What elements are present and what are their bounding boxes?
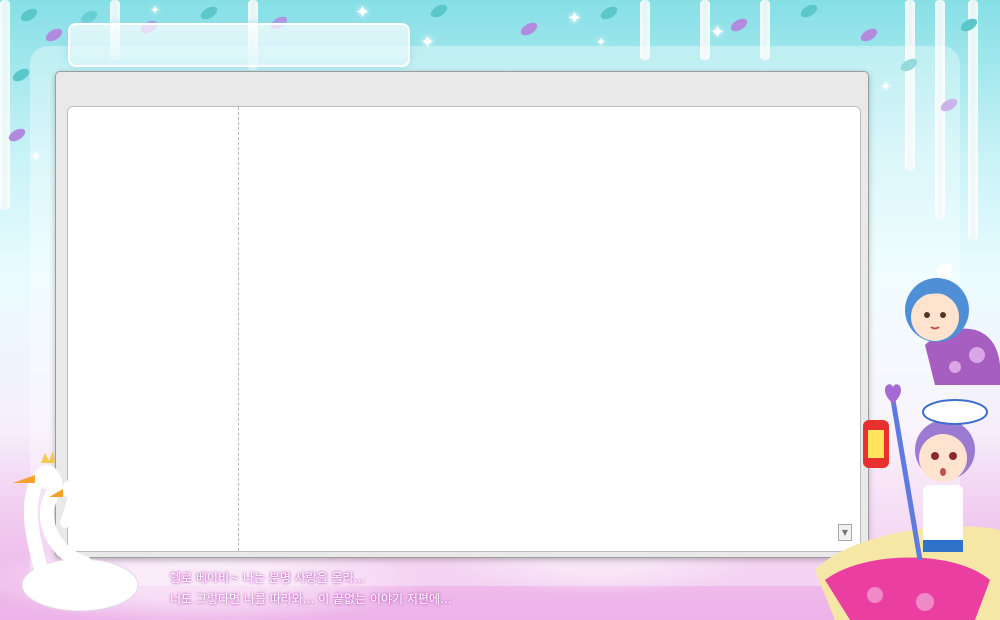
leaf: [518, 20, 540, 38]
window-header: [56, 72, 868, 104]
boy-illustration: [815, 384, 1000, 620]
lyrics-line-1: 헬로 베이비~ 나는 분명 사랑을 몰라...: [170, 571, 366, 585]
leaf: [10, 66, 32, 84]
leaf: [958, 16, 980, 34]
main-window: ▼: [55, 71, 869, 558]
sparkle-icon: ✦: [567, 8, 583, 29]
leaf: [6, 126, 28, 144]
book-frame: ▼: [67, 106, 861, 552]
leaf: [43, 26, 65, 44]
swan-illustration: [13, 451, 139, 612]
right-page[interactable]: ▼: [239, 107, 860, 551]
girl-illustration: [905, 263, 1000, 385]
leaf: [598, 4, 620, 22]
sparkle-icon: ✦: [150, 3, 161, 17]
leaf: [18, 6, 40, 24]
leaf: [728, 16, 750, 34]
leaf: [798, 2, 820, 20]
lyrics: 헬로 베이비~ 나는 분명 사랑을 몰라... 너도 그렇다면 나를 따라와..…: [170, 568, 451, 610]
lyrics-line-2: 너도 그렇다면 나를 따라와... 이 끝없는 이야기 저편에...: [170, 592, 452, 606]
title-bar: [68, 23, 410, 67]
birch-trunk: [968, 0, 978, 240]
leaf: [198, 4, 220, 22]
leaf: [428, 2, 450, 20]
leaf: [858, 26, 880, 44]
birch-trunk: [0, 0, 10, 210]
sparkle-icon: ✦: [355, 2, 371, 23]
sparkle-icon: ✦: [710, 22, 726, 43]
